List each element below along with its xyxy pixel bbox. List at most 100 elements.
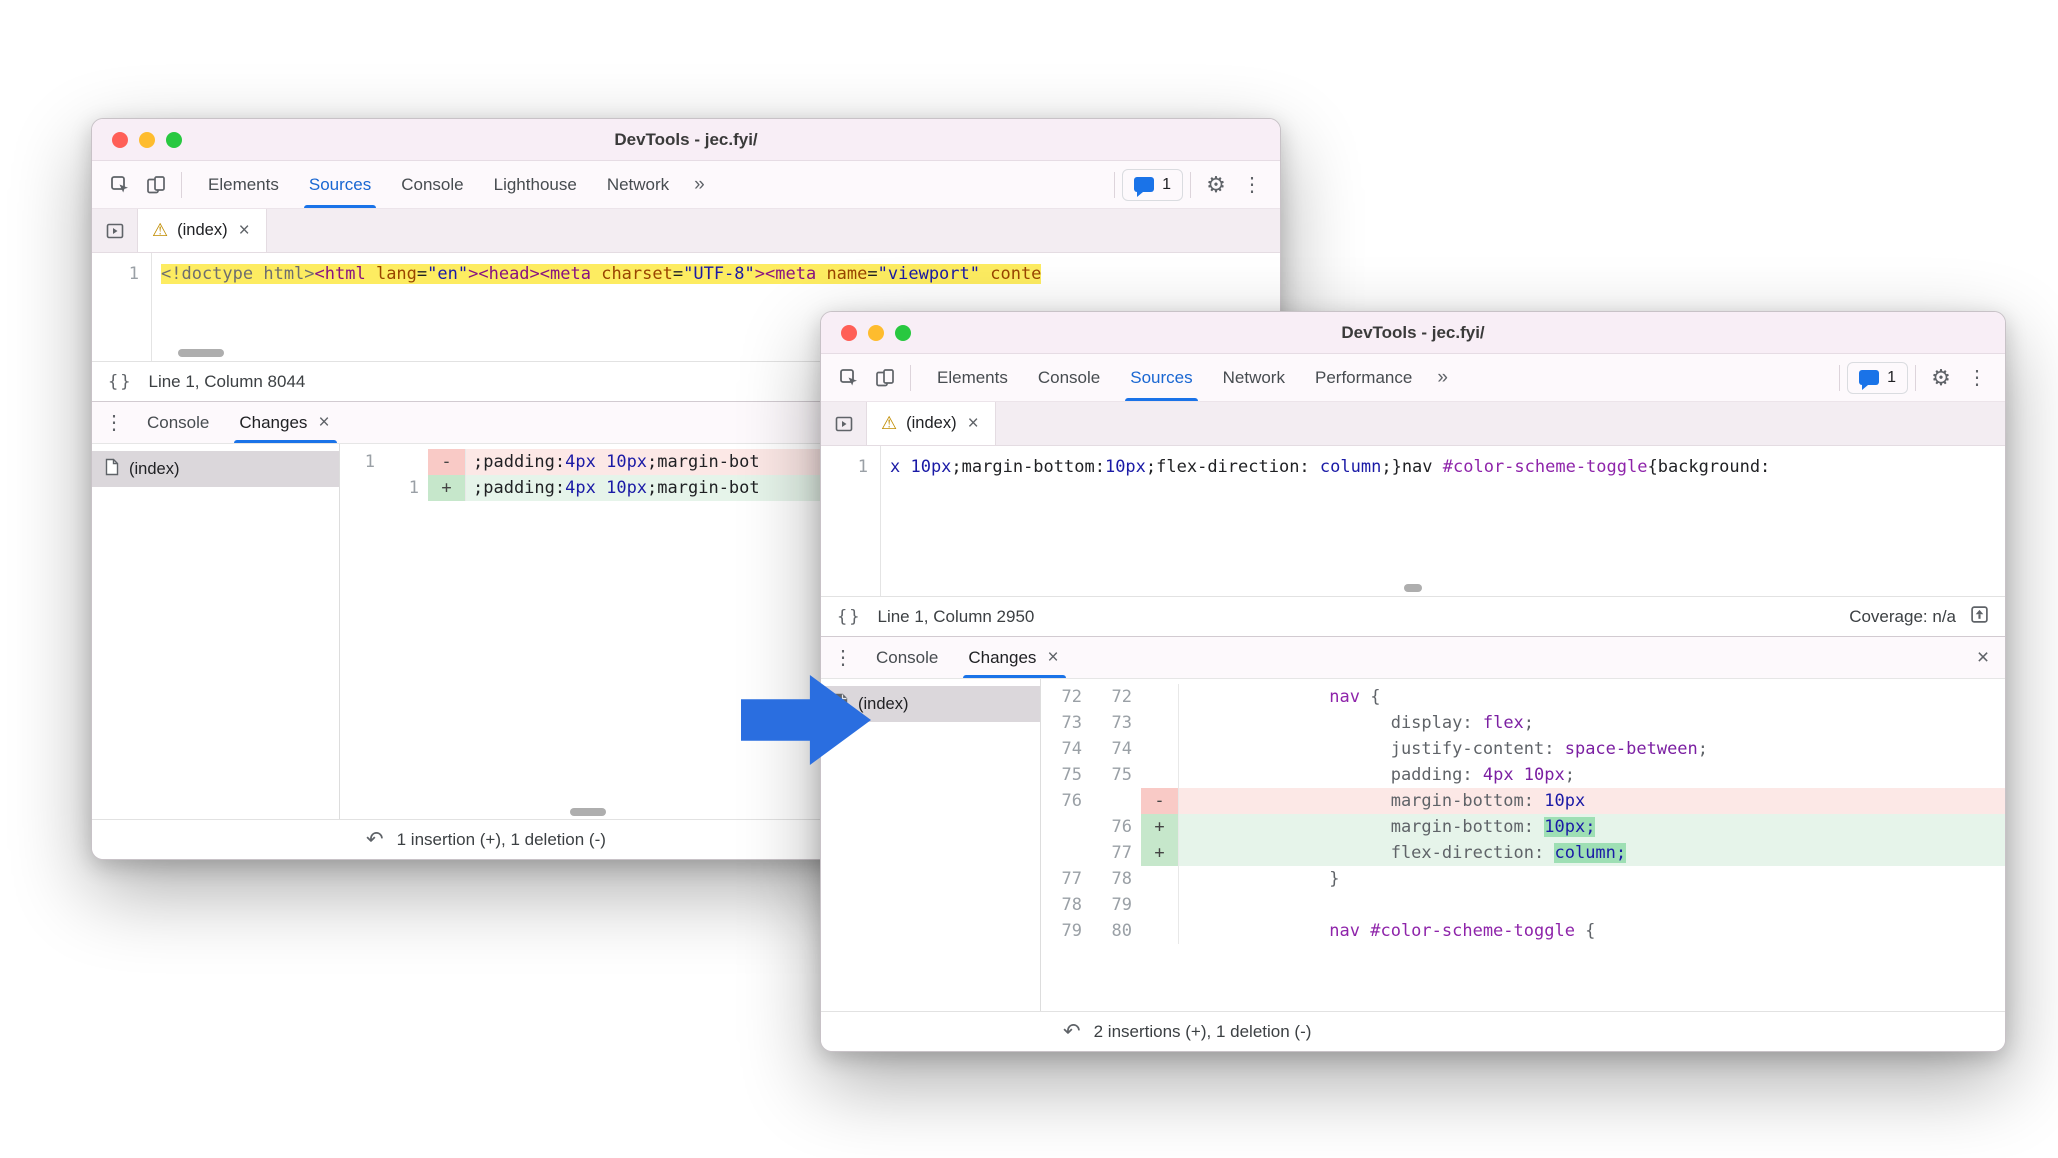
diff-marker	[1141, 684, 1179, 710]
issues-counter-button[interactable]: 1	[1122, 168, 1183, 201]
toolbar-right-group: 1 ⚙ ⋮	[1107, 167, 1270, 203]
drawer-tab-changes[interactable]: Changes ×	[953, 637, 1075, 678]
device-toolbar-icon[interactable]	[867, 360, 903, 396]
issues-counter-button[interactable]: 1	[1847, 361, 1908, 394]
diff-new-line-number: 77	[1111, 843, 1132, 863]
drawer-tab-console[interactable]: Console	[861, 637, 953, 678]
more-tabs-chevron[interactable]: »	[684, 161, 715, 208]
diff-row-context: 77 78 }	[1041, 866, 2005, 892]
close-file-tab-icon[interactable]: ×	[237, 220, 252, 242]
diff-new-line-number: 79	[1111, 895, 1132, 915]
titlebar[interactable]: DevTools - jec.fyi/	[821, 312, 2005, 354]
diff-marker	[1141, 866, 1179, 892]
issues-bubble-icon	[1134, 177, 1155, 197]
zoom-window-button[interactable]	[895, 324, 911, 341]
diff-new-line-number	[1091, 788, 1141, 814]
toolbar-divider	[910, 364, 911, 391]
horizontal-scrollbar-thumb[interactable]	[1404, 584, 1422, 592]
tab-lighthouse[interactable]: Lighthouse	[479, 161, 592, 208]
drawer-tab-console[interactable]: Console	[132, 402, 224, 443]
diff-new-line-number: 1	[408, 478, 419, 498]
issues-count: 1	[1887, 368, 1896, 386]
changes-summary-bar: ↶ 2 insertions (+), 1 deletion (-)	[821, 1011, 2005, 1051]
diff-summary: 1 insertion (+), 1 deletion (-)	[396, 829, 606, 849]
file-tab-index[interactable]: ⚠ (index) ×	[138, 209, 267, 252]
diff-code: display: flex;	[1390, 713, 1535, 733]
tab-elements[interactable]: Elements	[922, 354, 1023, 401]
main-menu-overflow-icon[interactable]: ⋮	[1959, 360, 1995, 396]
horizontal-scrollbar-thumb[interactable]	[570, 808, 606, 816]
file-tab-index[interactable]: ⚠ (index) ×	[867, 402, 996, 445]
pretty-print-icon[interactable]: {}	[837, 607, 861, 627]
drawer-tab-label: Changes	[239, 412, 308, 432]
source-code-line[interactable]: x 10px;margin-bottom:10px;flex-direction…	[881, 446, 1770, 596]
diff-old-line-number: 78	[1061, 895, 1082, 915]
diff-code	[1179, 892, 2005, 918]
settings-gear-icon[interactable]: ⚙	[1923, 360, 1959, 396]
diff-summary: 2 insertions (+), 1 deletion (-)	[1093, 1021, 1312, 1041]
zoom-window-button[interactable]	[166, 131, 182, 148]
pretty-print-icon[interactable]: {}	[108, 372, 132, 392]
tab-console[interactable]: Console	[386, 161, 478, 208]
diff-row-context: 79 80 nav #color-scheme-toggle {	[1041, 918, 2005, 944]
diff-new-line-number: 78	[1111, 869, 1132, 889]
close-drawer-icon[interactable]: ×	[1965, 640, 2001, 676]
tab-console[interactable]: Console	[1023, 354, 1115, 401]
close-changes-tab-icon[interactable]: ×	[1045, 647, 1060, 669]
diff-code: margin-bottom: 10px	[1179, 788, 2005, 814]
main-menu-overflow-icon[interactable]: ⋮	[1234, 167, 1270, 203]
tab-performance[interactable]: Performance	[1300, 354, 1427, 401]
close-file-tab-icon[interactable]: ×	[966, 413, 981, 435]
more-tabs-chevron[interactable]: »	[1427, 354, 1458, 401]
diff-row-context: 78 79	[1041, 892, 2005, 918]
cursor-position: Line 1, Column 2950	[877, 606, 1035, 626]
file-tab-bar: ⚠ (index) ×	[92, 209, 1280, 253]
horizontal-scrollbar-thumb[interactable]	[178, 349, 224, 357]
line-number-gutter: 1	[821, 446, 881, 596]
drawer-menu-icon[interactable]: ⋮	[825, 640, 861, 676]
navigator-toggle-icon[interactable]	[92, 209, 138, 252]
revert-changes-icon[interactable]: ↶	[366, 829, 384, 850]
drawer-menu-icon[interactable]: ⋮	[96, 405, 132, 441]
drawer-tab-changes[interactable]: Changes ×	[224, 402, 346, 443]
tab-sources[interactable]: Sources	[294, 161, 386, 208]
diff-marker: +	[1141, 840, 1179, 866]
devtools-main-toolbar: Elements Console Sources Network Perform…	[821, 354, 2005, 402]
close-window-button[interactable]	[112, 131, 128, 148]
minimize-window-button[interactable]	[139, 131, 155, 148]
devtools-main-toolbar: Elements Sources Console Lighthouse Netw…	[92, 161, 1280, 209]
diff-row-addition: 77 + flex-direction: column;	[1041, 840, 2005, 866]
diff-marker	[1141, 918, 1179, 944]
device-toolbar-icon[interactable]	[138, 167, 174, 203]
window-title: DevTools - jec.fyi/	[1341, 322, 1485, 342]
tab-network[interactable]: Network	[592, 161, 684, 208]
panel-tabs: Elements Sources Console Lighthouse Netw…	[193, 161, 715, 208]
traffic-lights	[92, 131, 182, 148]
changes-file-item[interactable]: (index)	[92, 451, 339, 487]
diff-row-addition: 76 + margin-bottom: 10px;	[1041, 814, 2005, 840]
navigator-toggle-icon[interactable]	[821, 402, 867, 445]
diff-new-line-number: 73	[1111, 713, 1132, 733]
close-window-button[interactable]	[841, 324, 857, 341]
open-coverage-icon[interactable]	[1970, 605, 1989, 629]
revert-changes-icon[interactable]: ↶	[1063, 1021, 1081, 1042]
inspect-element-icon[interactable]	[831, 360, 867, 396]
tab-elements[interactable]: Elements	[193, 161, 294, 208]
settings-gear-icon[interactable]: ⚙	[1198, 167, 1234, 203]
diff-code: }	[1186, 869, 1340, 889]
warning-icon: ⚠	[152, 220, 169, 240]
diff-view[interactable]: 72 72 nav { 73 73 display: flex; 74 74 j…	[1041, 679, 2005, 1011]
diff-row-context: 73 73 display: flex;	[1041, 710, 2005, 736]
source-editor[interactable]: 1 x 10px;margin-bottom:10px;flex-directi…	[821, 446, 2005, 596]
tab-sources[interactable]: Sources	[1115, 354, 1207, 401]
inspect-element-icon[interactable]	[102, 167, 138, 203]
close-changes-tab-icon[interactable]: ×	[316, 412, 331, 434]
toolbar-divider	[181, 171, 182, 198]
toolbar-divider	[1114, 171, 1116, 198]
titlebar[interactable]: DevTools - jec.fyi/	[92, 119, 1280, 161]
tab-network[interactable]: Network	[1208, 354, 1300, 401]
diff-new-line-number: 74	[1111, 739, 1132, 759]
minimize-window-button[interactable]	[868, 324, 884, 341]
file-tab-label: (index)	[177, 221, 228, 239]
diff-marker	[1141, 892, 1179, 918]
